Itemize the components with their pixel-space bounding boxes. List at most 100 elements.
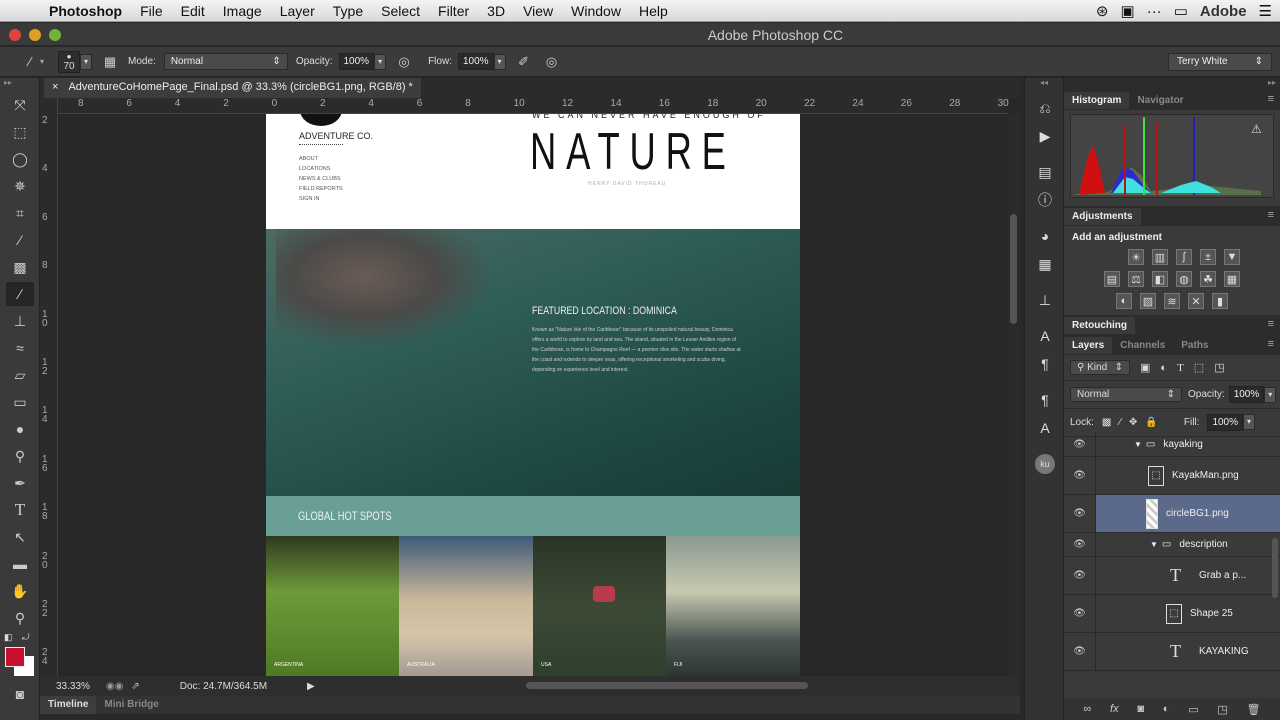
new-adjustment-layer-icon[interactable]: ◐ xyxy=(1163,703,1170,715)
move-tool-icon[interactable]: ⤧ xyxy=(6,93,34,117)
add-mask-icon[interactable]: ◙ xyxy=(1137,703,1144,715)
blend-mode-select[interactable]: Normal ⇕ xyxy=(1070,387,1182,402)
visibility-eye-icon[interactable]: 👁 xyxy=(1064,595,1096,632)
workspace-select[interactable]: Terry White ⇕ xyxy=(1168,53,1272,71)
status-menu-arrow[interactable]: ▶ xyxy=(307,681,315,692)
curves-icon[interactable]: ∫ xyxy=(1176,249,1192,265)
tab-timeline[interactable]: Timeline xyxy=(40,696,97,714)
opacity-dropdown[interactable]: ▾ xyxy=(374,53,387,70)
adobe-menu[interactable]: Adobe xyxy=(1200,3,1247,20)
layer-opacity-dropdown[interactable]: ▾ xyxy=(1264,386,1277,403)
fx-icon[interactable]: fx xyxy=(1110,703,1119,715)
collapse-panels-icon[interactable]: ▸▸ xyxy=(1064,78,1280,90)
swap-colors-icon[interactable]: ⤾ xyxy=(22,632,30,643)
zoom-tool-icon[interactable]: ⚲ xyxy=(6,606,34,630)
tab-navigator[interactable]: Navigator xyxy=(1129,92,1191,109)
menu-edit[interactable]: Edit xyxy=(172,0,214,22)
pressure-opacity-icon[interactable]: ◎ xyxy=(394,52,414,72)
brush-tool-icon[interactable]: ∕ xyxy=(20,52,40,72)
magic-wand-tool-icon[interactable]: ✵ xyxy=(6,174,34,198)
swatches-panel-icon[interactable]: ▦ xyxy=(1025,250,1065,278)
brush-tool-icon[interactable]: ∕ xyxy=(6,282,34,306)
info-panel-icon[interactable]: ⓘ xyxy=(1025,186,1065,214)
layer-row[interactable]: 👁 T KAYAKING xyxy=(1064,633,1280,671)
tool-preset-dropdown[interactable]: ▾ xyxy=(40,57,44,66)
kuler-panel-icon[interactable]: ku xyxy=(1025,450,1065,478)
creative-cloud-icon[interactable]: ⊛ xyxy=(1096,2,1109,20)
channel-mixer-icon[interactable]: ☘ xyxy=(1200,271,1216,287)
filter-shape-icon[interactable]: ⬚ xyxy=(1194,361,1204,374)
layer-opacity-input[interactable]: 100% xyxy=(1228,386,1265,403)
vertical-scroll-thumb[interactable] xyxy=(1010,214,1017,324)
hand-tool-icon[interactable]: ✋ xyxy=(6,579,34,603)
levels-icon[interactable]: ▥ xyxy=(1152,249,1168,265)
threshold-icon[interactable]: ≋ xyxy=(1164,293,1180,309)
tab-channels[interactable]: Channels xyxy=(1112,337,1173,354)
paragraph-panel-icon[interactable]: ¶ xyxy=(1025,350,1065,378)
quick-mask-icon[interactable]: ◙ xyxy=(6,682,34,706)
filter-adjustment-icon[interactable]: ◐ xyxy=(1160,362,1167,374)
tab-histogram[interactable]: Histogram xyxy=(1064,91,1130,109)
pressure-size-icon[interactable]: ◎ xyxy=(542,52,562,72)
canvas-area[interactable]: ADVENTURE CO. ABOUT LOCATIONS NEWS & CLU… xyxy=(58,114,1008,676)
menu-select[interactable]: Select xyxy=(372,0,429,22)
lock-position-icon[interactable]: ✥ xyxy=(1129,417,1137,428)
document-canvas[interactable]: ADVENTURE CO. ABOUT LOCATIONS NEWS & CLU… xyxy=(266,114,800,676)
lock-pixels-icon[interactable]: ∕ xyxy=(1119,417,1121,428)
black-white-icon[interactable]: ◧ xyxy=(1152,271,1168,287)
vertical-scrollbar[interactable] xyxy=(1008,114,1020,676)
expand-group-icon[interactable]: ▼ xyxy=(1150,540,1158,549)
share-icon[interactable]: ⇗ xyxy=(131,681,139,692)
brush-preset-picker[interactable]: ● 70 xyxy=(58,50,81,73)
filter-type-icon[interactable]: T xyxy=(1177,362,1184,374)
tab-paths[interactable]: Paths xyxy=(1173,337,1216,354)
layer-row[interactable]: 👁 ⬚ KayakMan.png xyxy=(1064,457,1280,495)
photo-filter-icon[interactable]: ◍ xyxy=(1176,271,1192,287)
expand-group-icon[interactable]: ▼ xyxy=(1134,440,1142,449)
menu-layer[interactable]: Layer xyxy=(271,0,324,22)
color-lookup-icon[interactable]: ▦ xyxy=(1224,271,1240,287)
tab-adjustments[interactable]: Adjustments xyxy=(1064,207,1141,225)
close-window-button[interactable] xyxy=(9,29,21,41)
healing-brush-tool-icon[interactable]: ▩ xyxy=(6,255,34,279)
layer-filter-select[interactable]: ⚲ Kind ⇕ xyxy=(1070,360,1130,375)
visibility-eye-icon[interactable]: 👁 xyxy=(1064,433,1096,456)
panel-menu-icon[interactable]: ≡ xyxy=(1268,209,1274,221)
history-panel-icon[interactable]: ⎌ xyxy=(1025,94,1065,122)
menu-window[interactable]: Window xyxy=(562,0,630,22)
type-tool-icon[interactable]: T xyxy=(6,498,34,522)
path-selection-tool-icon[interactable]: ↖ xyxy=(6,525,34,549)
menu-3d[interactable]: 3D xyxy=(478,0,514,22)
zoom-level[interactable]: 33.33% xyxy=(56,681,90,692)
history-brush-tool-icon[interactable]: ≈ xyxy=(6,336,34,360)
lasso-tool-icon[interactable]: ◯ xyxy=(6,147,34,171)
layer-row[interactable]: 👁 ▼ ▭ kayaking xyxy=(1064,433,1280,457)
clone-source-panel-icon[interactable]: ⊥ xyxy=(1025,286,1065,314)
collapse-toolbox-icon[interactable]: ▸▸ xyxy=(0,78,39,90)
menu-filter[interactable]: Filter xyxy=(429,0,478,22)
brush-panel-icon[interactable]: ▦ xyxy=(100,52,120,72)
brightness-contrast-icon[interactable]: ☀ xyxy=(1128,249,1144,265)
color-panel-icon[interactable]: ◕ xyxy=(1025,222,1065,250)
marquee-tool-icon[interactable]: ⬚ xyxy=(6,120,34,144)
dodge-tool-icon[interactable]: ⚲ xyxy=(6,444,34,468)
layers-scroll-thumb[interactable] xyxy=(1272,538,1278,598)
airbrush-icon[interactable]: ✐ xyxy=(514,52,534,72)
horizontal-scroll-thumb[interactable] xyxy=(526,682,808,689)
character-styles-icon[interactable]: A xyxy=(1025,414,1065,442)
minimize-window-button[interactable] xyxy=(29,29,41,41)
eraser-tool-icon[interactable]: ▱ xyxy=(6,363,34,387)
fill-dropdown[interactable]: ▾ xyxy=(1243,414,1256,430)
actions-panel-icon[interactable]: ▶ xyxy=(1025,122,1065,150)
mode-select[interactable]: Normal ⇕ xyxy=(163,53,288,70)
close-document-icon[interactable]: × xyxy=(52,81,58,95)
document-tab[interactable]: × AdventureCoHomePage_Final.psd @ 33.3% … xyxy=(44,78,421,98)
lock-all-icon[interactable]: 🔒 xyxy=(1145,417,1157,428)
properties-panel-icon[interactable]: ▤ xyxy=(1025,158,1065,186)
filter-pixel-icon[interactable]: ▣ xyxy=(1140,361,1150,374)
panel-menu-icon[interactable]: ≡ xyxy=(1268,318,1274,330)
tab-layers[interactable]: Layers xyxy=(1064,336,1113,354)
panel-menu-icon[interactable]: ≡ xyxy=(1268,338,1274,350)
tab-retouching[interactable]: Retouching xyxy=(1064,316,1135,334)
menu-type[interactable]: Type xyxy=(324,0,372,22)
